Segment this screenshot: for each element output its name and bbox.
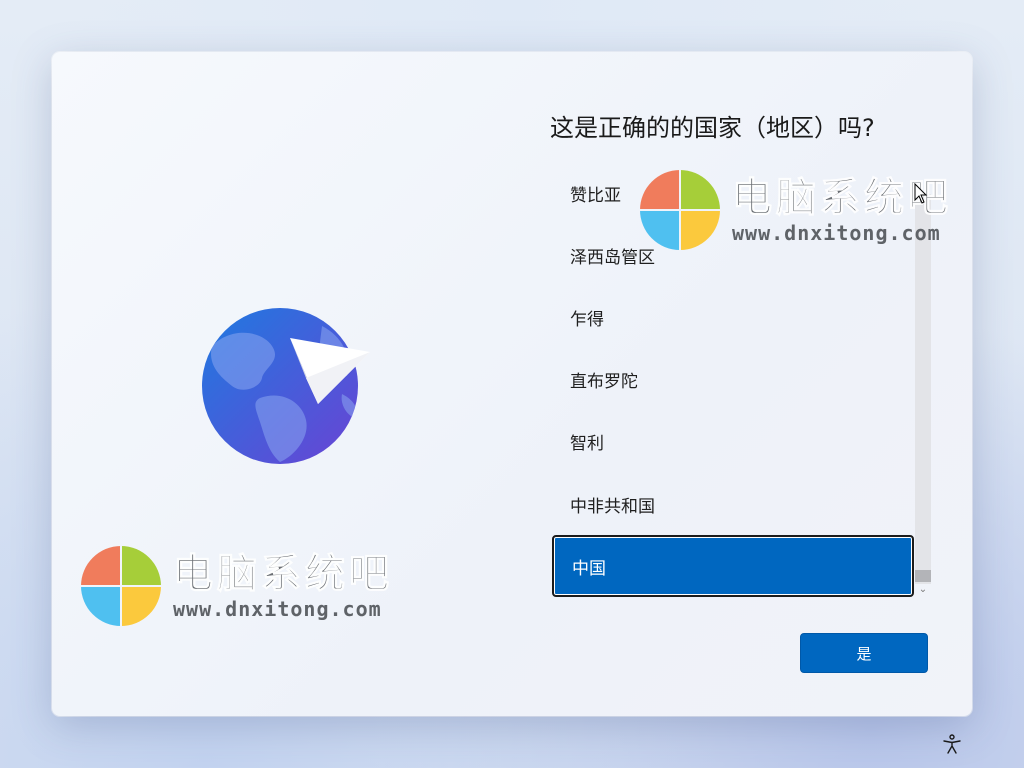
scroll-thumb[interactable] (915, 570, 931, 582)
list-item-central-african-republic[interactable]: 中非共和国 (552, 473, 914, 535)
globe-paper-plane-icon (202, 308, 370, 464)
accessibility-icon[interactable] (941, 733, 963, 755)
watermark-url: www.dnxitong.com (173, 597, 382, 621)
watermark-top: 电脑系统吧 www.dnxitong.com (640, 170, 952, 250)
globe-illustration (202, 306, 372, 466)
list-item-gibraltar[interactable]: 直布罗陀 (552, 348, 914, 410)
chevron-down-icon[interactable]: ⌄ (915, 582, 931, 598)
list-item-chile[interactable]: 智利 (552, 410, 914, 472)
scroll-track[interactable] (915, 194, 931, 584)
watermark-url: www.dnxitong.com (732, 221, 941, 245)
four-color-logo-icon (640, 170, 720, 250)
list-item-chad[interactable]: 乍得 (552, 286, 914, 348)
list-item-china-selected[interactable]: 中国 (552, 535, 914, 597)
yes-button[interactable]: 是 (800, 633, 928, 673)
watermark-bottom: 电脑系统吧 www.dnxitong.com (81, 546, 393, 626)
page-title: 这是正确的的国家（地区）吗? (550, 114, 875, 142)
watermark-name: 电脑系统吧 (173, 551, 393, 598)
mouse-pointer-icon (914, 183, 928, 204)
four-color-logo-icon (81, 546, 161, 626)
